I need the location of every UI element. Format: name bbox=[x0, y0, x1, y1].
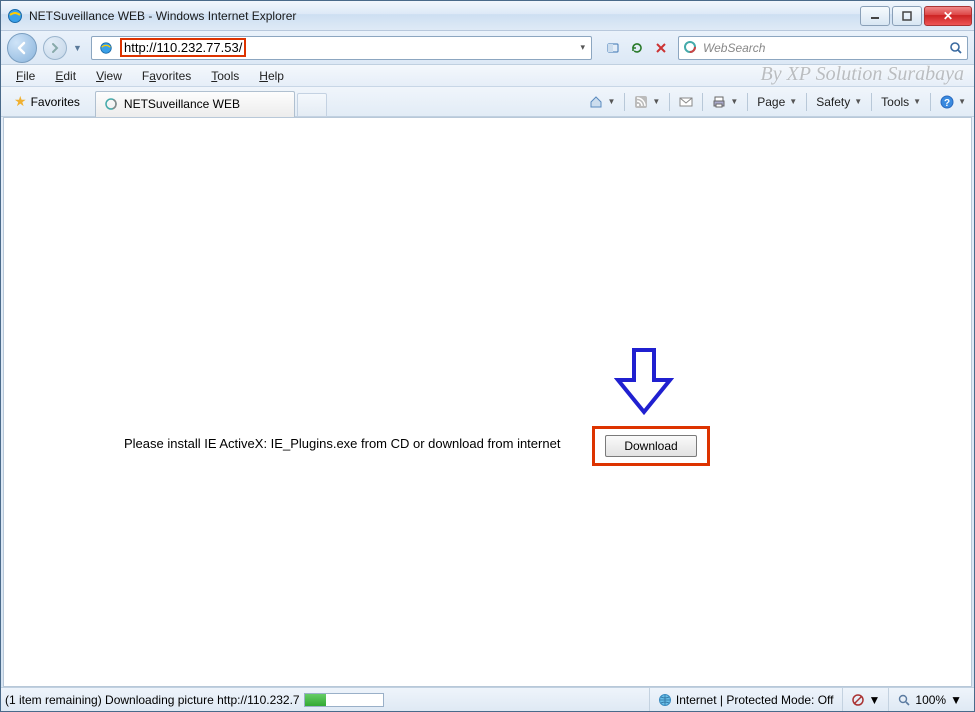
navigation-bar: ▼ http://110.232.77.53/ ▾ WebSearch bbox=[1, 31, 974, 65]
back-button[interactable] bbox=[7, 33, 37, 63]
home-button[interactable]: ▼ bbox=[585, 93, 619, 111]
close-button[interactable]: ✕ bbox=[924, 6, 972, 26]
menu-help[interactable]: Help bbox=[250, 66, 293, 86]
search-go-icon[interactable] bbox=[949, 41, 963, 55]
install-message: Please install IE ActiveX: IE_Plugins.ex… bbox=[124, 436, 560, 451]
tab-title: NETSuveillance WEB bbox=[124, 97, 240, 111]
print-icon bbox=[712, 95, 726, 109]
menu-bar: File Edit View Favorites Tools Help By X… bbox=[1, 65, 974, 87]
status-bar: (1 item remaining) Downloading picture h… bbox=[1, 687, 974, 711]
zoom-dropdown-icon: ▼ bbox=[950, 693, 962, 707]
print-button[interactable]: ▼ bbox=[708, 93, 742, 111]
svg-text:?: ? bbox=[944, 98, 950, 109]
download-button[interactable]: Download bbox=[605, 435, 697, 457]
zone-segment[interactable]: Internet | Protected Mode: Off bbox=[649, 688, 842, 711]
window-buttons: ✕ bbox=[858, 6, 972, 26]
safety-menu[interactable]: Safety▼ bbox=[812, 93, 866, 111]
zone-text: Internet | Protected Mode: Off bbox=[676, 693, 834, 707]
ie-window: NETSuveillance WEB - Windows Internet Ex… bbox=[0, 0, 975, 712]
address-text[interactable]: http://110.232.77.53/ bbox=[118, 40, 576, 55]
search-placeholder: WebSearch bbox=[703, 41, 949, 55]
menu-tools[interactable]: Tools bbox=[202, 66, 248, 86]
star-icon: ★ bbox=[14, 93, 27, 110]
address-bar[interactable]: http://110.232.77.53/ ▾ bbox=[91, 36, 592, 60]
window-title: NETSuveillance WEB - Windows Internet Ex… bbox=[29, 9, 296, 23]
new-tab-button[interactable] bbox=[297, 93, 327, 117]
menu-edit[interactable]: Edit bbox=[46, 66, 85, 86]
menu-favorites[interactable]: Favorites bbox=[133, 66, 200, 86]
download-button-label: Download bbox=[624, 439, 677, 453]
mail-icon bbox=[679, 95, 693, 109]
address-dropdown-icon[interactable]: ▾ bbox=[576, 42, 589, 53]
privacy-dropdown-icon: ▼ bbox=[869, 693, 881, 707]
page-menu[interactable]: Page▼ bbox=[753, 93, 801, 111]
forward-button[interactable] bbox=[43, 36, 67, 60]
feeds-button[interactable]: ▼ bbox=[630, 93, 664, 111]
progress-bar bbox=[304, 693, 384, 707]
nav-history-dropdown[interactable]: ▼ bbox=[73, 43, 85, 53]
watermark-text: By XP Solution Surabaya bbox=[761, 63, 965, 86]
rss-icon bbox=[634, 95, 648, 109]
search-box[interactable]: WebSearch bbox=[678, 36, 968, 60]
menu-view[interactable]: View bbox=[87, 66, 131, 86]
zoom-segment[interactable]: 100% ▼ bbox=[888, 688, 970, 711]
ie-app-icon bbox=[7, 8, 23, 24]
help-button[interactable]: ? ▼ bbox=[936, 93, 970, 111]
titlebar: NETSuveillance WEB - Windows Internet Ex… bbox=[1, 1, 974, 31]
internet-zone-icon bbox=[658, 693, 672, 707]
favorites-label: Favorites bbox=[31, 95, 80, 109]
home-icon bbox=[589, 95, 603, 109]
favorites-button[interactable]: ★ Favorites bbox=[5, 90, 89, 113]
search-provider-icon bbox=[683, 40, 699, 56]
zoom-level: 100% bbox=[915, 693, 946, 707]
help-icon: ? bbox=[940, 95, 954, 109]
maximize-button[interactable] bbox=[892, 6, 922, 26]
tab-current[interactable]: NETSuveillance WEB bbox=[95, 91, 295, 117]
down-arrow-graphic bbox=[614, 346, 674, 416]
menu-file[interactable]: File bbox=[7, 66, 44, 86]
compat-view-button[interactable] bbox=[602, 37, 624, 59]
zoom-icon bbox=[897, 693, 911, 707]
status-text: (1 item remaining) Downloading picture h… bbox=[5, 693, 300, 707]
download-highlight-box: Download bbox=[592, 426, 710, 466]
tools-menu[interactable]: Tools▼ bbox=[877, 93, 925, 111]
privacy-icon bbox=[851, 693, 865, 707]
refresh-button[interactable] bbox=[626, 37, 648, 59]
page-content: Please install IE ActiveX: IE_Plugins.ex… bbox=[3, 117, 972, 687]
command-bar: ★ Favorites NETSuveillance WEB ▼ ▼ bbox=[1, 87, 974, 117]
minimize-button[interactable] bbox=[860, 6, 890, 26]
tab-favicon bbox=[104, 97, 118, 111]
readmail-button[interactable] bbox=[675, 93, 697, 111]
page-icon bbox=[98, 40, 114, 56]
stop-button[interactable] bbox=[650, 37, 672, 59]
privacy-segment[interactable]: ▼ bbox=[842, 688, 889, 711]
